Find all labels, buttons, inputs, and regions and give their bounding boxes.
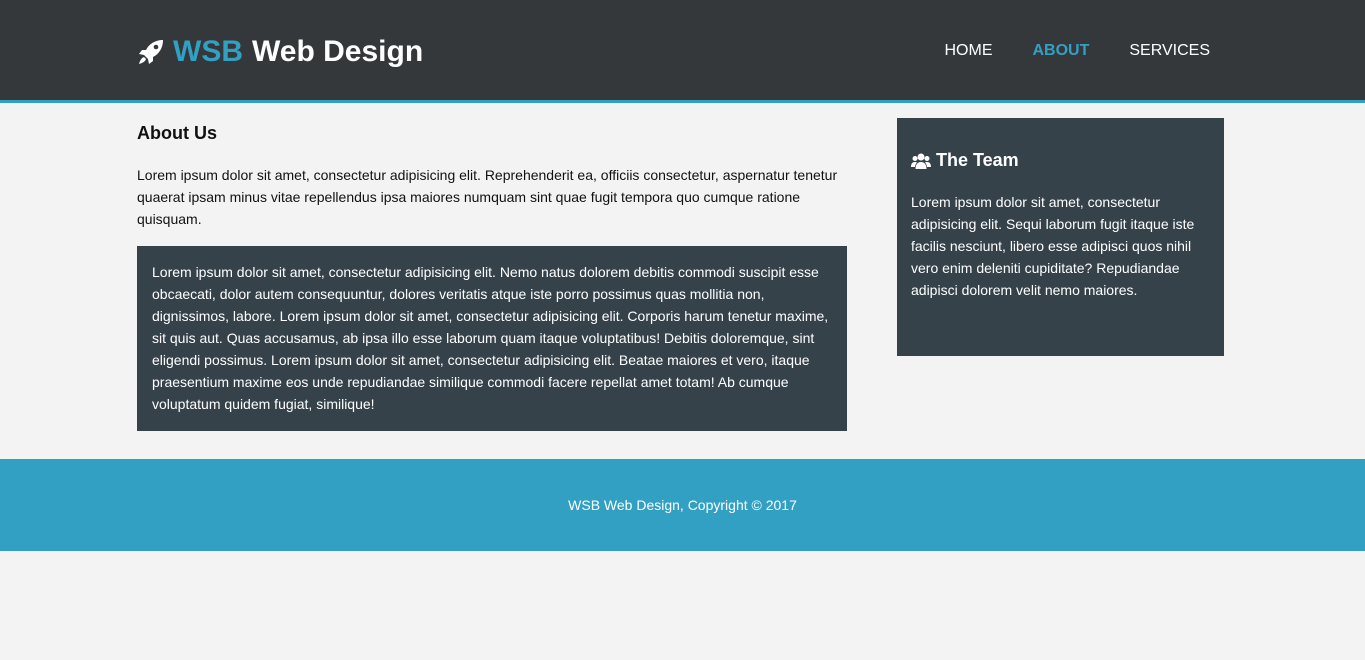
brand-highlight: WSB [173, 35, 243, 68]
site-footer: WSB Web Design, Copyright © 2017 [0, 459, 1365, 551]
main-nav: HOME ABOUT SERVICES [944, 42, 1210, 60]
users-icon [911, 152, 931, 170]
intro-paragraph: Lorem ipsum dolor sit amet, consectetur … [137, 167, 838, 227]
brand-logo[interactable]: WSB Web Design [137, 34, 423, 70]
sidebar-paragraph: Lorem ipsum dolor sit amet, consectetur … [911, 194, 1195, 298]
main-content: About Us Lorem ipsum dolor sit amet, con… [137, 103, 847, 431]
page-title: About Us [137, 123, 217, 143]
sidebar-team: The Team Lorem ipsum dolor sit amet, con… [897, 118, 1224, 356]
brand-name: Web Design [252, 35, 424, 68]
rocket-icon [137, 38, 165, 66]
footer-copyright: WSB Web Design, Copyright © 2017 [568, 497, 797, 513]
highlight-box: Lorem ipsum dolor sit amet, consectetur … [137, 246, 847, 431]
nav-services[interactable]: SERVICES [1129, 42, 1210, 60]
nav-about[interactable]: ABOUT [1032, 42, 1089, 60]
sidebar-title: The Team [911, 150, 1210, 171]
nav-home[interactable]: HOME [944, 42, 992, 60]
sidebar-title-text: The Team [936, 150, 1019, 170]
site-header: WSB Web Design HOME ABOUT SERVICES [0, 0, 1365, 103]
